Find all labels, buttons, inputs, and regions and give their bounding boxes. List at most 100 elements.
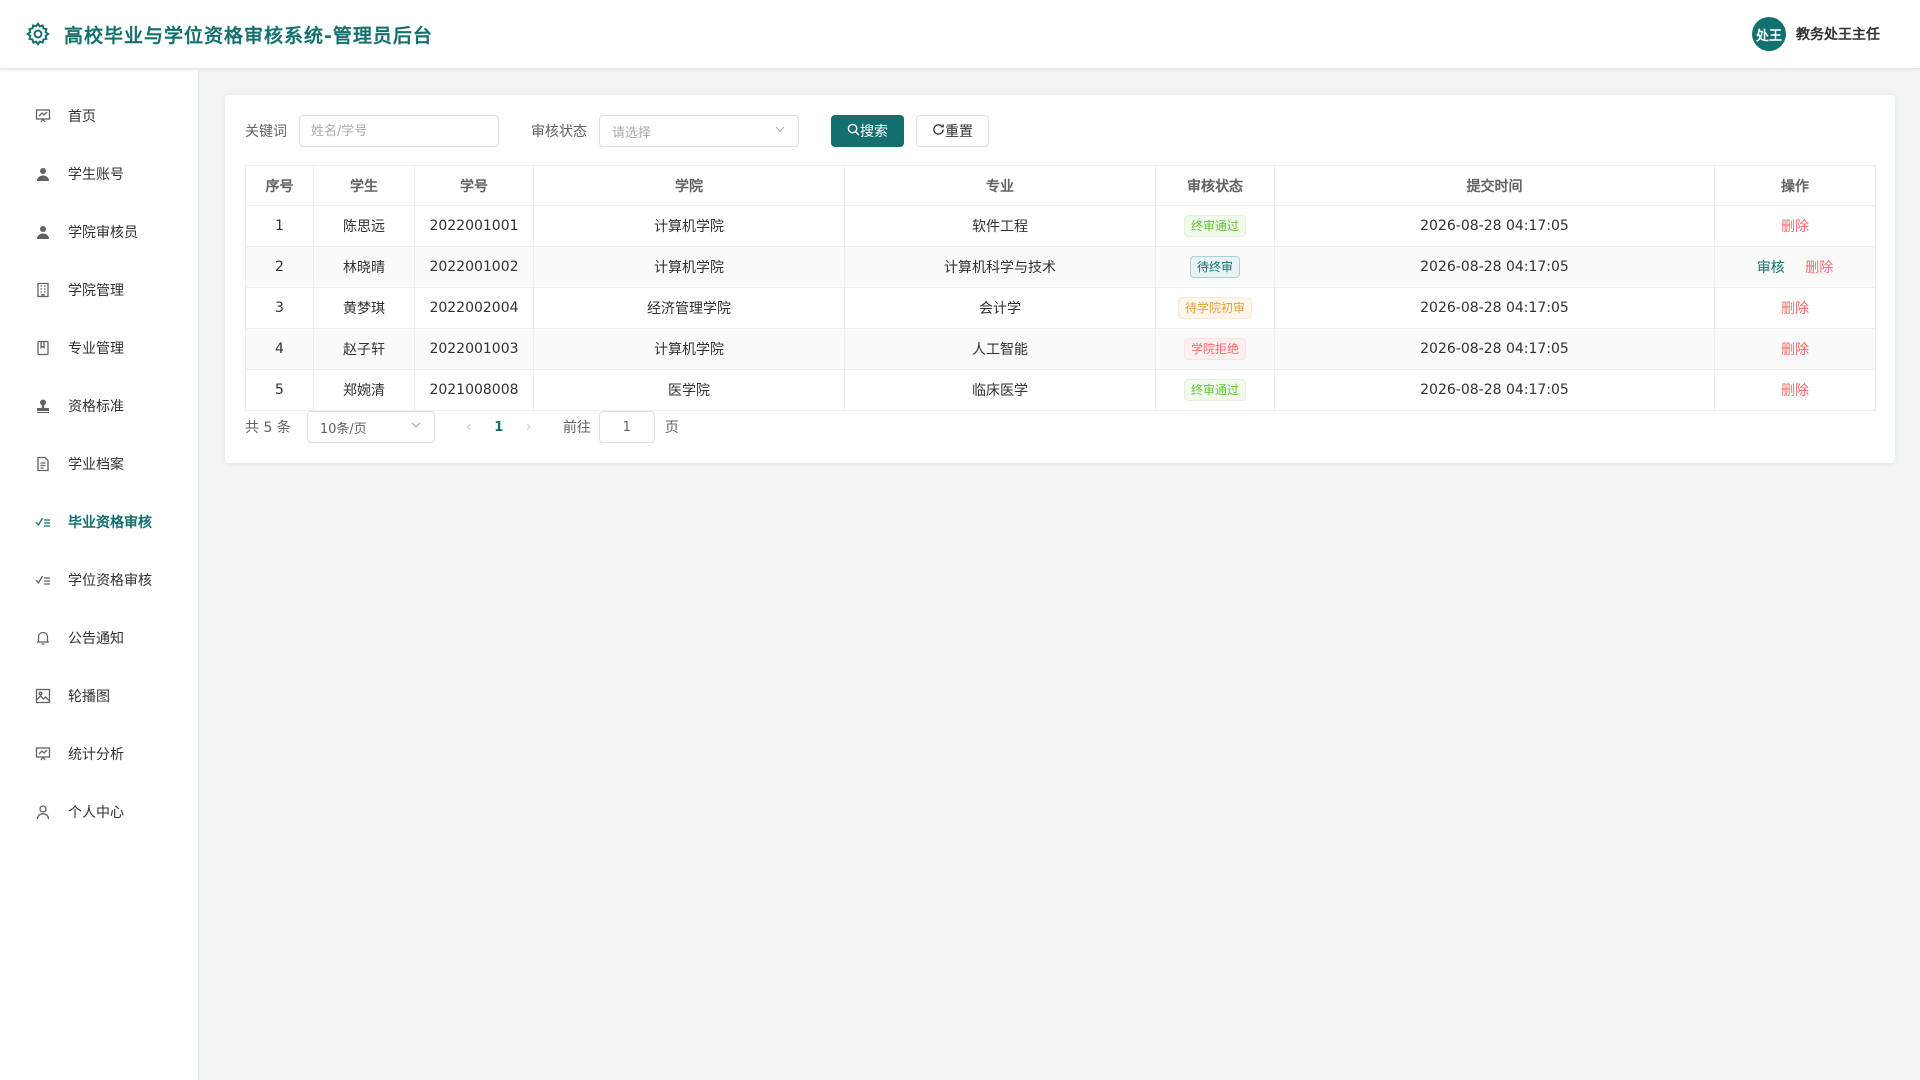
sidebar-item-announcements[interactable]: 公告通知 (0, 609, 198, 667)
cell-student-id: 2022002004 (414, 287, 534, 329)
cell-major: 计算机科学与技术 (844, 246, 1156, 288)
cell-index: 5 (245, 369, 314, 411)
delete-button[interactable]: 删除 (1781, 219, 1809, 235)
status-badge: 待终审 (1189, 256, 1240, 278)
main-card: 关键词 审核状态 请选择 搜索 重置 序号 学生 学号 学院 专业 (225, 95, 1895, 463)
cell-college: 计算机学院 (533, 246, 845, 288)
cell-status: 学院拒绝 (1155, 328, 1275, 370)
sidebar-item-label: 首页 (68, 109, 96, 125)
page-size-select[interactable]: 10条/页 (306, 411, 435, 443)
sidebar-item-label: 资格标准 (68, 399, 124, 415)
sidebar-item-qualification-standards[interactable]: 资格标准 (0, 377, 198, 435)
column-header: 专业 (844, 165, 1156, 206)
cell-student-id: 2022001003 (414, 328, 534, 370)
cell-status: 待学院初审 (1155, 287, 1275, 329)
stamp-icon (34, 397, 52, 415)
column-header: 学号 (414, 165, 534, 206)
table-row: 3 黄梦琪 2022002004 经济管理学院 会计学 待学院初审 2026-0… (245, 287, 1876, 329)
sidebar-item-statistics[interactable]: 统计分析 (0, 725, 198, 783)
top-header: 高校毕业与学位资格审核系统-管理员后台 处王 教务处王主任 (0, 0, 1920, 69)
page-size-value: 10条/页 (319, 421, 367, 437)
cell-student-id: 2021008008 (414, 369, 534, 411)
status-select[interactable]: 请选择 (599, 115, 799, 147)
total-count: 共 5 条 (245, 420, 291, 436)
cell-time: 2026-08-28 04:17:05 (1274, 328, 1715, 370)
keyword-input[interactable] (299, 115, 499, 147)
user-menu[interactable]: 处王 教务处王主任 (1752, 17, 1880, 51)
sidebar-item-academic-records[interactable]: 学业档案 (0, 435, 198, 493)
avatar[interactable]: 处王 (1752, 17, 1786, 51)
cell-college: 计算机学院 (533, 328, 845, 370)
reset-button[interactable]: 重置 (916, 115, 989, 147)
cell-actions: 审核 删除 (1714, 246, 1876, 288)
sidebar-item-label: 个人中心 (68, 805, 124, 821)
checklist-icon (34, 513, 52, 531)
status-label: 审核状态 (531, 124, 587, 140)
table-row: 5 郑婉清 2021008008 医学院 临床医学 终审通过 2026-08-2… (245, 369, 1876, 411)
sidebar-item-label: 学生账号 (68, 167, 124, 183)
sidebar-item-label: 学业档案 (68, 457, 124, 473)
cell-time: 2026-08-28 04:17:05 (1274, 205, 1715, 247)
cell-status: 终审通过 (1155, 205, 1275, 247)
cell-status: 待终审 (1155, 246, 1275, 288)
sidebar-item-profile[interactable]: 个人中心 (0, 783, 198, 841)
reset-button-label: 重置 (945, 124, 973, 140)
bell-icon (34, 629, 52, 647)
picture-icon (34, 687, 52, 705)
sidebar-item-college-management[interactable]: 学院管理 (0, 261, 198, 319)
search-button[interactable]: 搜索 (831, 115, 904, 147)
cell-student: 赵子轩 (313, 328, 415, 370)
sidebar-item-home[interactable]: 首页 (0, 87, 198, 145)
delete-button[interactable]: 删除 (1781, 383, 1809, 399)
cell-index: 4 (245, 328, 314, 370)
cell-student: 黄梦琪 (313, 287, 415, 329)
chevron-down-icon (410, 419, 422, 435)
page-number[interactable]: 1 (483, 420, 515, 435)
column-header: 审核状态 (1155, 165, 1275, 206)
delete-button[interactable]: 删除 (1781, 301, 1809, 317)
sidebar-item-label: 公告通知 (68, 631, 124, 647)
gear-icon (24, 20, 52, 48)
sidebar-item-student-accounts[interactable]: 学生账号 (0, 145, 198, 203)
status-badge: 待学院初审 (1177, 297, 1252, 319)
cell-actions: 删除 (1714, 369, 1876, 411)
page-unit-label: 页 (664, 420, 679, 436)
sidebar-item-label: 学位资格审核 (68, 573, 152, 589)
cell-index: 3 (245, 287, 314, 329)
delete-button[interactable]: 删除 (1805, 260, 1833, 276)
sidebar-item-major-management[interactable]: 专业管理 (0, 319, 198, 377)
column-header: 学生 (313, 165, 415, 206)
column-header: 序号 (245, 165, 314, 206)
book-icon (34, 339, 52, 357)
document-icon (34, 455, 52, 473)
sidebar-item-label: 毕业资格审核 (68, 515, 152, 531)
next-page-button[interactable]: › (515, 419, 543, 435)
username[interactable]: 教务处王主任 (1796, 24, 1880, 44)
column-header: 操作 (1714, 165, 1876, 206)
delete-button[interactable]: 删除 (1781, 342, 1809, 358)
table-row: 4 赵子轩 2022001003 计算机学院 人工智能 学院拒绝 2026-08… (245, 328, 1876, 370)
goto-label: 前往 (562, 420, 591, 436)
keyword-label: 关键词 (245, 124, 287, 140)
cell-time: 2026-08-28 04:17:05 (1274, 287, 1715, 329)
cell-student: 林晓晴 (313, 246, 415, 288)
cell-actions: 删除 (1714, 328, 1876, 370)
prev-page-button[interactable]: ‹ (455, 419, 483, 435)
sidebar-item-college-reviewers[interactable]: 学院审核员 (0, 203, 198, 261)
table-row: 2 林晓晴 2022001002 计算机学院 计算机科学与技术 待终审 2026… (245, 246, 1876, 288)
review-button[interactable]: 审核 (1757, 260, 1785, 276)
sidebar-item-degree-review[interactable]: 学位资格审核 (0, 551, 198, 609)
sidebar-item-label: 轮播图 (68, 689, 110, 705)
cell-college: 经济管理学院 (533, 287, 845, 329)
goto-page-input[interactable] (598, 411, 655, 443)
refresh-icon (932, 123, 945, 140)
cell-major: 会计学 (844, 287, 1156, 329)
review-table: 序号 学生 学号 学院 专业 审核状态 提交时间 操作 1 陈思远 202200… (245, 165, 1876, 411)
sidebar-item-graduation-review[interactable]: 毕业资格审核 (0, 493, 198, 551)
pagination: 共 5 条 10条/页 ‹ 1 › 前往 页 (245, 411, 1875, 443)
sidebar-item-carousel[interactable]: 轮播图 (0, 667, 198, 725)
cell-status: 终审通过 (1155, 369, 1275, 411)
cell-time: 2026-08-28 04:17:05 (1274, 246, 1715, 288)
cell-student: 陈思远 (313, 205, 415, 247)
user-icon (34, 165, 52, 183)
